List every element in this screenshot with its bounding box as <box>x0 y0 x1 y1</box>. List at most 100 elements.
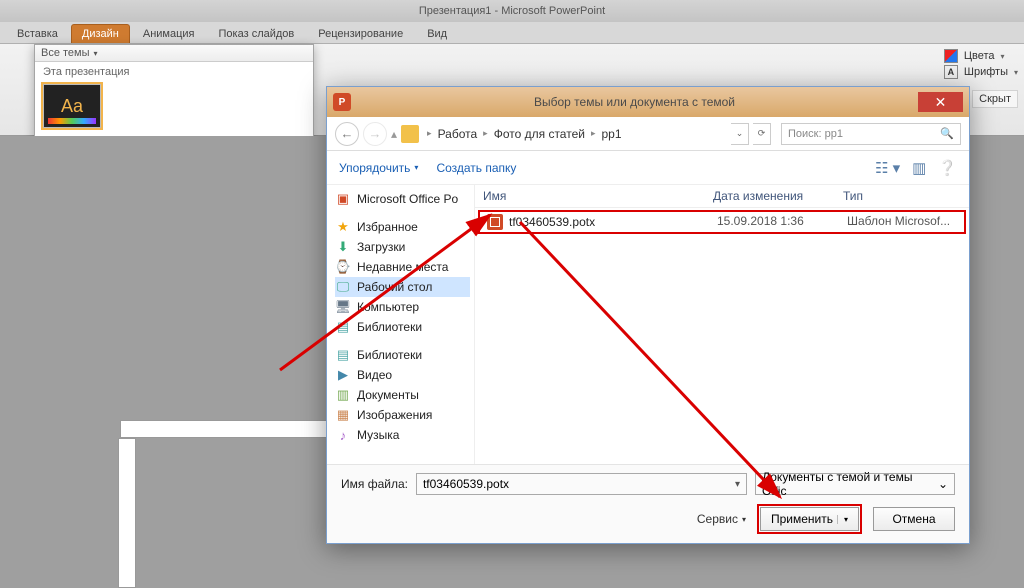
colors-button[interactable]: Цвета ▾ <box>944 48 1018 64</box>
themes-gallery-title: Все темы <box>41 47 90 59</box>
nav-up-button[interactable]: ▴ <box>391 127 397 141</box>
search-input[interactable]: Поиск: pp1 🔍 <box>781 123 961 145</box>
tree-label: Видео <box>357 368 392 382</box>
tree-label: Библиотеки <box>357 348 422 362</box>
potx-icon <box>487 214 503 230</box>
ruler-vertical <box>118 438 136 588</box>
tree-recent[interactable]: ⌚ Недавние места <box>335 257 470 277</box>
tree-videos[interactable]: ▶ Видео <box>335 365 470 385</box>
apply-label: Применить <box>771 512 833 526</box>
tree-computer[interactable]: 🖥 Компьютер <box>335 297 470 317</box>
themes-options: Цвета ▾ AШрифты ▾ <box>944 48 1018 80</box>
folder-icon <box>401 125 419 143</box>
library-icon: ▤ <box>335 319 351 335</box>
colors-icon <box>944 49 958 63</box>
tab-animation[interactable]: Анимация <box>132 24 206 43</box>
chevron-down-icon: ▾ <box>94 49 98 58</box>
organize-button[interactable]: Упорядочить ▾ <box>339 161 418 175</box>
tree-office[interactable]: ▣ Microsoft Office Po <box>335 189 470 209</box>
window-titlebar: Презентация1 - Microsoft PowerPoint <box>0 0 1024 22</box>
tree-documents[interactable]: ▥ Документы <box>335 385 470 405</box>
tools-button[interactable]: Сервис ▾ <box>697 512 746 526</box>
search-icon: 🔍 <box>940 127 954 140</box>
tree-label: Загрузки <box>357 240 405 254</box>
tree-label: Библиотеки <box>357 320 422 334</box>
tree-label: Microsoft Office Po <box>357 192 458 206</box>
crumb-segment[interactable]: pp1 <box>598 127 624 141</box>
tree-label: Документы <box>357 388 419 402</box>
tree-desktop[interactable]: 🖵 Рабочий стол <box>335 277 470 297</box>
view-options-button[interactable]: ☷ ▾ <box>875 159 900 177</box>
filetype-value: Документы с темой и темы Offic <box>762 470 938 498</box>
filetype-select[interactable]: Документы с темой и темы Offic⌄ <box>755 473 955 495</box>
tab-view[interactable]: Вид <box>416 24 458 43</box>
tab-review[interactable]: Рецензирование <box>307 24 414 43</box>
preview-pane-button[interactable]: ▥ <box>912 159 926 177</box>
col-type[interactable]: Тип <box>843 189 961 203</box>
tree-label: Недавние места <box>357 260 448 274</box>
library-icon: ▤ <box>335 347 351 363</box>
nav-back-button[interactable]: ← <box>335 122 359 146</box>
chevron-down-icon[interactable]: ▾ <box>837 515 848 524</box>
tree-label: Рабочий стол <box>357 280 432 294</box>
crumb-segment[interactable]: Работа <box>435 127 481 141</box>
document-icon: ▥ <box>335 387 351 403</box>
new-folder-button[interactable]: Создать папку <box>436 161 516 175</box>
nav-forward-button[interactable]: → <box>363 122 387 146</box>
file-pane: Имя Дата изменения Тип tf03460539.potx 1… <box>475 185 969 467</box>
dialog-body: ▣ Microsoft Office Po ★Избранное ⬇ Загрузк… <box>327 185 969 467</box>
filename-input[interactable]: tf03460539.potx▾ <box>416 473 747 495</box>
close-button[interactable]: ✕ <box>918 92 963 112</box>
file-type: Шаблон Microsof... <box>847 214 957 230</box>
computer-icon: 🖥 <box>335 299 351 315</box>
tree-label: Изображения <box>357 408 432 422</box>
organize-label: Упорядочить <box>339 161 410 175</box>
tree-libraries-fav[interactable]: ▤ Библиотеки <box>335 317 470 337</box>
column-headers[interactable]: Имя Дата изменения Тип <box>475 185 969 208</box>
tree-libraries[interactable]: ▤ Библиотеки <box>335 345 470 365</box>
dialog-nav: ← → ▴ ▸Работа ▸Фото для статей ▸pp1 ⌄ ⟳ … <box>327 117 969 151</box>
ribbon-tabs: Вставка Дизайн Анимация Показ слайдов Ре… <box>0 22 1024 44</box>
file-name: tf03460539.potx <box>509 215 595 229</box>
refresh-button[interactable]: ⟳ <box>753 123 771 145</box>
picture-icon: ▦ <box>335 407 351 423</box>
powerpoint-icon: P <box>333 93 351 111</box>
col-name[interactable]: Имя <box>483 189 713 203</box>
recent-icon: ⌚ <box>335 259 351 275</box>
hide-button[interactable]: Скрыт <box>972 90 1018 108</box>
cancel-button[interactable]: Отмена <box>873 507 955 531</box>
search-placeholder: Поиск: pp1 <box>788 128 843 140</box>
powerpoint-icon: ▣ <box>335 191 351 207</box>
video-icon: ▶ <box>335 367 351 383</box>
theme-thumb[interactable]: Aa <box>43 84 101 128</box>
filename-label: Имя файла: <box>341 477 408 491</box>
tree-favorites[interactable]: ★Избранное <box>335 217 470 237</box>
help-button[interactable]: ❔ <box>938 159 957 177</box>
dialog-footer: Имя файла: tf03460539.potx▾ Документы с … <box>327 464 969 543</box>
chevron-down-icon[interactable]: ▾ <box>735 479 740 490</box>
tree-downloads[interactable]: ⬇ Загрузки <box>335 237 470 257</box>
dialog-toolbar: Упорядочить ▾ Создать папку ☷ ▾ ▥ ❔ <box>327 151 969 185</box>
tools-label: Сервис <box>697 512 738 526</box>
tree-label: Музыка <box>357 428 399 442</box>
breadcrumb-dropdown[interactable]: ⌄ <box>731 123 749 145</box>
tab-design[interactable]: Дизайн <box>71 24 130 43</box>
tab-insert[interactable]: Вставка <box>6 24 69 43</box>
breadcrumb[interactable]: ▸Работа ▸Фото для статей ▸pp1 <box>427 127 727 141</box>
tab-slideshow[interactable]: Показ слайдов <box>208 24 306 43</box>
themes-gallery-header[interactable]: Все темы ▾ <box>35 45 313 62</box>
file-row[interactable]: tf03460539.potx 15.09.2018 1:36 Шаблон M… <box>479 211 965 233</box>
music-icon: ♪ <box>335 427 351 443</box>
tree-music[interactable]: ♪ Музыка <box>335 425 470 445</box>
tree-label: Избранное <box>357 220 418 234</box>
crumb-segment[interactable]: Фото для статей <box>491 127 588 141</box>
dialog-titlebar[interactable]: P Выбор темы или документа с темой ✕ <box>327 87 969 117</box>
desktop-icon: 🖵 <box>335 279 351 295</box>
tree-pictures[interactable]: ▦ Изображения <box>335 405 470 425</box>
hide-label: Скрыт <box>979 93 1011 105</box>
download-icon: ⬇ <box>335 239 351 255</box>
tree-label: Компьютер <box>357 300 419 314</box>
fonts-button[interactable]: AШрифты ▾ <box>944 64 1018 80</box>
apply-button[interactable]: Применить ▾ <box>760 507 859 531</box>
col-date[interactable]: Дата изменения <box>713 189 843 203</box>
